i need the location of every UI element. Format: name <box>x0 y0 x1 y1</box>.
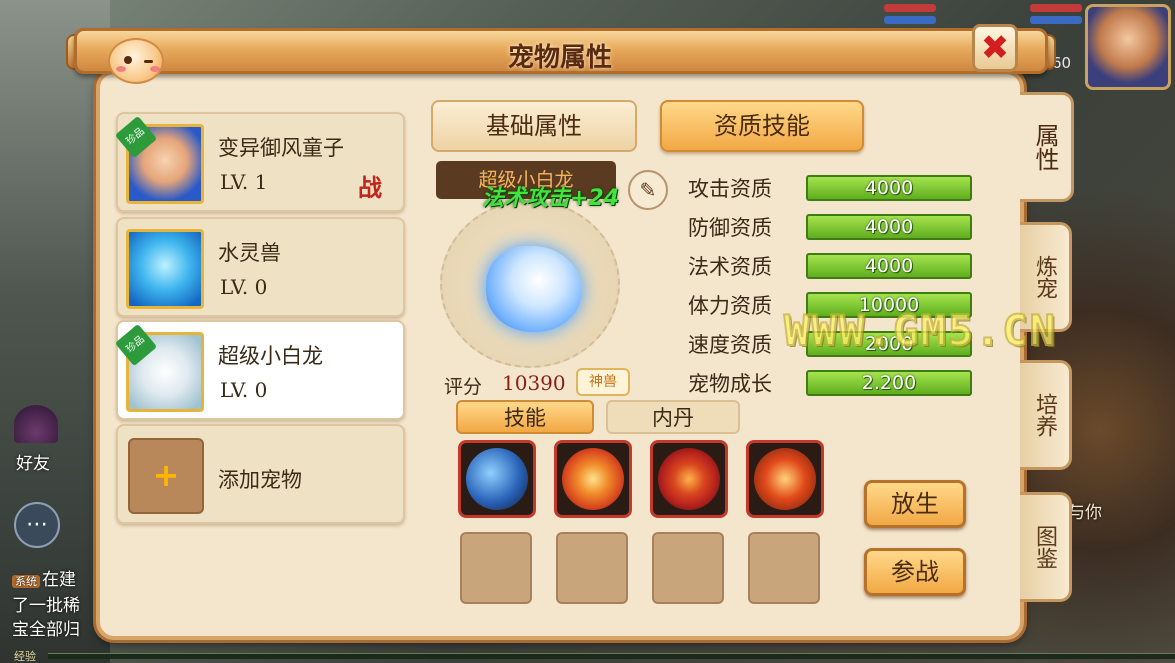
demon-ox-skill-icon <box>658 448 720 510</box>
release-button[interactable]: 放生 <box>864 480 966 528</box>
pet-level: LV. 0 <box>220 275 268 299</box>
attr-value-bar: 4000 <box>806 175 972 201</box>
tab-aptitude-skills[interactable]: 资质技能 <box>660 100 864 152</box>
scene-left-area <box>0 0 110 663</box>
chat-line: 宝全部归 <box>12 620 80 640</box>
pet-list-item-selected[interactable]: 珍品 超级小白龙 LV. 0 <box>114 320 405 420</box>
chat-line: 系统 在建 <box>12 568 102 594</box>
subtab-inner-core[interactable]: 内丹 <box>606 400 740 434</box>
exp-bar <box>48 653 1175 659</box>
flame-claw-skill-icon <box>754 448 816 510</box>
battle-button[interactable]: 参战 <box>864 548 966 596</box>
tab-attributes[interactable]: 属性 <box>1020 92 1074 202</box>
friend-hat-icon <box>14 405 58 443</box>
watermark: WWW.GM5.CN <box>783 305 1057 356</box>
friend-label: 好友 <box>16 454 50 474</box>
pet-name: 变异御风童子 <box>218 136 344 160</box>
attr-label: 速度资质 <box>688 333 772 357</box>
chat-log: 系统 在建 了一批稀 宝全部归 <box>12 568 102 642</box>
empty-skill-slot[interactable] <box>556 532 628 604</box>
subtab-skills[interactable]: 技能 <box>456 400 594 434</box>
pet-name: 水灵兽 <box>218 241 281 265</box>
empty-skill-slot[interactable] <box>652 532 724 604</box>
white-dragon-model <box>486 246 582 332</box>
close-button[interactable]: ✖ <box>972 24 1018 72</box>
skill-slot[interactable] <box>746 440 824 518</box>
mascot-eye <box>144 60 153 63</box>
pet-list-item[interactable]: 水灵兽 LV. 0 <box>116 217 405 317</box>
attr-label: 体力资质 <box>688 294 772 318</box>
fire-slash-skill-icon <box>562 448 624 510</box>
pet-level: LV. 0 <box>220 378 268 402</box>
mascot-eye <box>124 56 132 64</box>
skill-slot[interactable] <box>650 440 728 518</box>
chat-line: 了一批稀 <box>12 596 80 616</box>
hp-bar-2 <box>1030 4 1082 12</box>
mp-bar <box>884 16 936 24</box>
tab-basic-attributes[interactable]: 基础属性 <box>431 100 637 152</box>
skill-slot[interactable] <box>458 440 536 518</box>
hp-bar <box>884 4 936 12</box>
panel-title: 宠物属性 <box>507 43 612 73</box>
exp-label: 经验 <box>14 650 36 663</box>
mp-bar-2 <box>1030 16 1082 24</box>
attr-label: 防御资质 <box>688 216 772 240</box>
add-pet-label: 添加宠物 <box>218 468 302 492</box>
right-hint-text: 与你 <box>1068 503 1102 523</box>
score-value: 10390 <box>502 371 566 395</box>
mascot-blush <box>116 66 126 72</box>
pet-level: LV. 1 <box>220 170 268 194</box>
chat-text: 在建 <box>42 570 76 590</box>
tab-train[interactable]: 培养 <box>1020 360 1072 470</box>
player-avatar[interactable] <box>1085 4 1171 90</box>
pet-list-item[interactable]: 珍品 变异御风童子 LV. 1 战 <box>114 112 405 212</box>
add-pet-item[interactable]: + 添加宠物 <box>116 424 405 524</box>
empty-skill-slot[interactable] <box>748 532 820 604</box>
pet-portrait-water-beast <box>126 229 204 309</box>
empty-skill-slot[interactable] <box>460 532 532 604</box>
pet-name: 超级小白龙 <box>218 344 323 368</box>
skill-slot[interactable] <box>554 440 632 518</box>
battle-mark: 战 <box>358 173 382 202</box>
tab-handbook[interactable]: 图鉴 <box>1020 492 1072 602</box>
rank-badge: 神兽 <box>576 368 630 396</box>
chat-tag: 系统 <box>12 575 40 588</box>
mascot-blush <box>150 66 160 72</box>
blue-beast-skill-icon <box>466 448 528 510</box>
buff-text: 法术攻击+24 <box>482 186 620 211</box>
friend-button[interactable]: 好友 <box>6 405 66 475</box>
attr-value-bar: 4000 <box>806 214 972 240</box>
attr-value-bar: 4000 <box>806 253 972 279</box>
attr-label: 法术资质 <box>688 255 772 279</box>
add-icon: + <box>128 438 204 514</box>
score-label: 评分 <box>444 376 483 398</box>
attr-value-bar: 2.200 <box>806 370 972 396</box>
chat-bubble-icon[interactable]: ⋯ <box>14 502 60 548</box>
edit-name-icon[interactable]: ✎ <box>628 170 668 210</box>
attr-label: 攻击资质 <box>688 177 772 201</box>
attr-label: 宠物成长 <box>688 372 772 396</box>
mascot-icon <box>108 38 164 84</box>
